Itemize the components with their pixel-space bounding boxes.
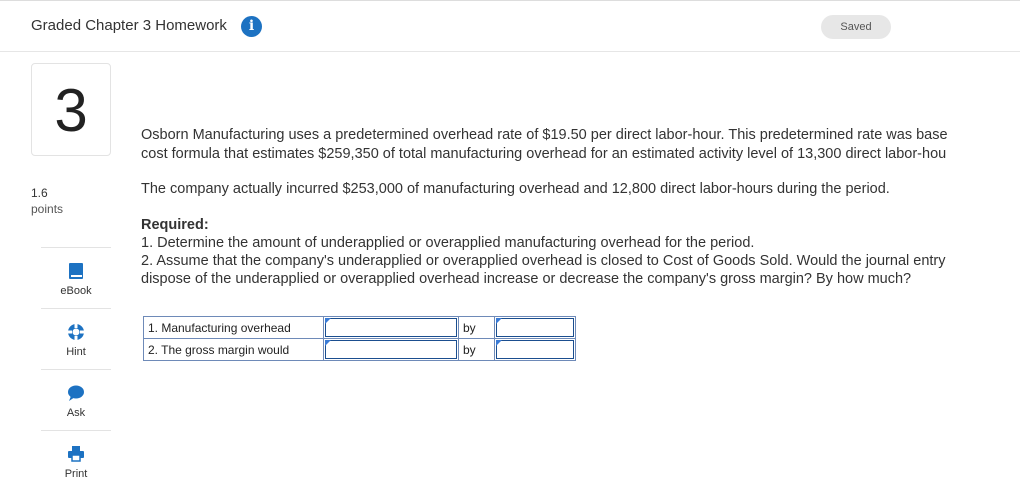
answer-select-cell: [323, 338, 459, 361]
ask-button[interactable]: Ask: [41, 369, 111, 429]
problem-text-line-2: cost formula that estimates $259,350 of …: [141, 146, 947, 162]
hint-button[interactable]: Hint: [41, 308, 111, 368]
assignment-title: Graded Chapter 3 Homework: [31, 17, 227, 34]
requirement-1: 1. Determine the amount of underapplied …: [141, 235, 755, 251]
field-indicator-icon: [496, 318, 502, 324]
amount-input[interactable]: [496, 340, 574, 359]
problem-text-paragraph-2: The company actually incurred $253,000 o…: [141, 181, 890, 197]
ebook-button[interactable]: eBook: [41, 247, 111, 307]
question-body: Osborn Manufacturing uses a predetermine…: [141, 126, 1020, 288]
dropdown-indicator-icon: [325, 318, 331, 324]
answer-table: 1. Manufacturing overhead by 2. The gros…: [143, 316, 576, 361]
requirement-2-line-2: dispose of the underapplied or overappli…: [141, 271, 912, 287]
lifebuoy-icon: [68, 324, 84, 340]
ebook-label: eBook: [60, 285, 92, 297]
saved-status-badge: Saved: [821, 15, 891, 39]
requirement-2-line-1: 2. Assume that the company's underapplie…: [141, 253, 946, 269]
info-icon[interactable]: i: [241, 16, 262, 37]
answer-row-label: 1. Manufacturing overhead: [143, 316, 324, 339]
field-indicator-icon: [496, 340, 502, 346]
question-number: 3: [31, 63, 111, 156]
answer-row-1: 1. Manufacturing overhead by: [143, 316, 576, 339]
header-bar: Graded Chapter 3 Homework i Saved: [0, 0, 1020, 52]
book-icon: [69, 263, 83, 279]
by-label: by: [458, 338, 495, 361]
answer-amount-cell: [494, 338, 576, 361]
required-heading: Required:: [141, 217, 209, 233]
dropdown-indicator-icon: [325, 340, 331, 346]
problem-text-line-1: Osborn Manufacturing uses a predetermine…: [141, 127, 948, 143]
print-button[interactable]: Print: [41, 430, 111, 490]
speech-bubble-icon: [68, 385, 84, 401]
printer-icon: [68, 446, 84, 462]
answer-row-2: 2. The gross margin would by: [143, 338, 576, 361]
answer-amount-cell: [494, 316, 576, 339]
answer-row-label: 2. The gross margin would: [143, 338, 324, 361]
increase-decrease-select[interactable]: [325, 340, 457, 359]
by-label: by: [458, 316, 495, 339]
amount-input[interactable]: [496, 318, 574, 337]
ask-label: Ask: [66, 407, 86, 419]
hint-label: Hint: [66, 346, 86, 358]
points-label: points: [31, 202, 64, 216]
points-value: 1.6: [31, 186, 48, 200]
underapplied-overapplied-select[interactable]: [325, 318, 457, 337]
answer-select-cell: [323, 316, 459, 339]
print-label: Print: [64, 468, 88, 480]
